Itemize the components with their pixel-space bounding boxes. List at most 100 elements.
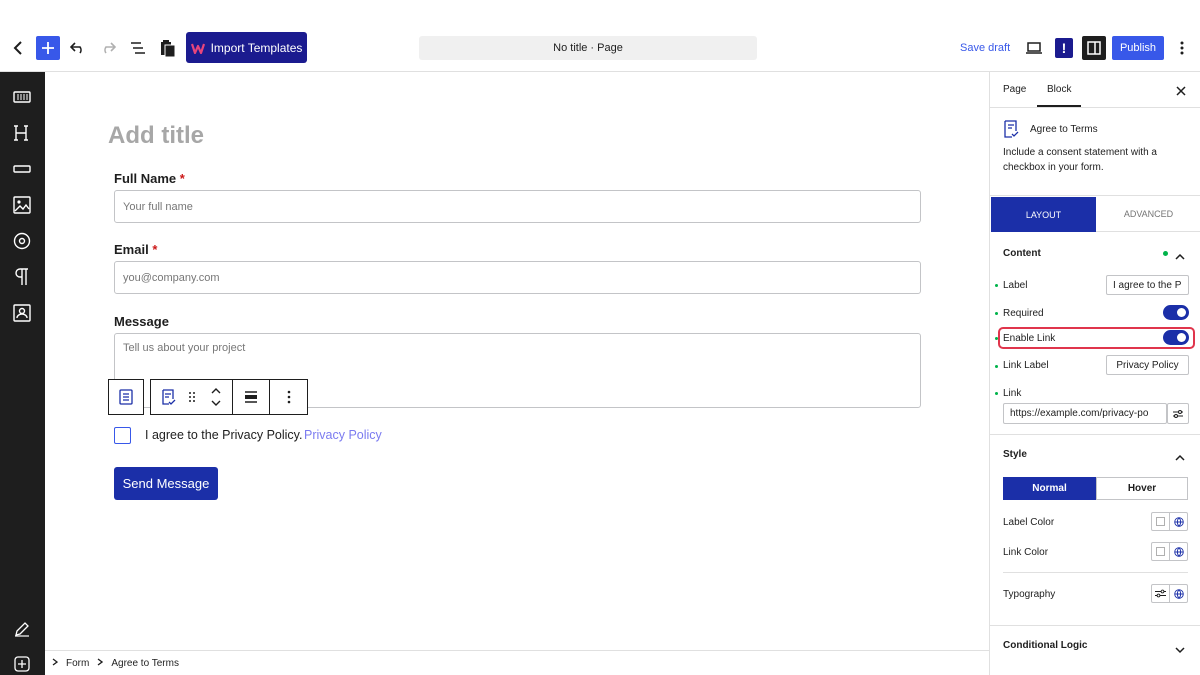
state-hover-button[interactable]: Hover xyxy=(1096,477,1188,500)
color-swatch-icon[interactable] xyxy=(1152,513,1169,530)
contact-card-icon[interactable] xyxy=(12,303,32,323)
settings-panel-toggle[interactable] xyxy=(1082,36,1106,60)
breadcrumb-form[interactable]: Form xyxy=(66,658,89,669)
send-message-button[interactable]: Send Message xyxy=(114,467,218,500)
editor-topbar: Import Templates No title · Page Save dr… xyxy=(0,0,1200,72)
full-name-label-text: Full Name xyxy=(114,171,177,186)
page-title-input[interactable]: Add title xyxy=(108,122,204,150)
block-inserter-button[interactable] xyxy=(36,36,60,60)
edit-pencil-icon[interactable] xyxy=(12,619,32,639)
publish-button[interactable]: Publish xyxy=(1112,36,1164,60)
privacy-policy-link[interactable]: Privacy Policy xyxy=(304,428,382,442)
label-setting-input[interactable]: I agree to the P xyxy=(1106,275,1189,295)
preview-device-icon[interactable] xyxy=(1024,38,1044,58)
block-name: Agree to Terms xyxy=(1030,124,1098,135)
content-section-heading[interactable]: Content xyxy=(1003,248,1041,259)
block-card: Agree to Terms Include a consent stateme… xyxy=(990,108,1200,196)
message-placeholder: Tell us about your project xyxy=(123,342,246,354)
block-settings-sidebar: Page Block Agree to Terms Include a cons… xyxy=(989,72,1200,675)
section-divider xyxy=(990,434,1200,435)
paragraph-icon[interactable] xyxy=(12,267,32,287)
enable-link-toggle[interactable] xyxy=(1163,330,1189,345)
link-color-control[interactable] xyxy=(1151,542,1188,561)
input-field-icon[interactable] xyxy=(12,159,32,179)
label-color-control[interactable] xyxy=(1151,512,1188,531)
label-color-label: Label Color xyxy=(1003,517,1055,528)
parent-block-selector[interactable] xyxy=(108,379,144,415)
label-setting-label: Label xyxy=(1003,280,1028,291)
document-overview-icon[interactable] xyxy=(128,38,148,58)
document-title-bar[interactable]: No title · Page xyxy=(419,36,757,60)
options-menu-icon[interactable] xyxy=(1174,38,1190,58)
state-normal-button[interactable]: Normal xyxy=(1003,477,1096,500)
active-tab-indicator xyxy=(1037,105,1081,107)
link-url-value: https://example.com/privacy-po xyxy=(1010,408,1149,419)
row-divider xyxy=(1003,572,1188,573)
drag-handle-icon[interactable] xyxy=(185,380,199,414)
block-category-bar xyxy=(0,72,45,675)
globe-icon[interactable] xyxy=(1169,513,1187,530)
tab-page[interactable]: Page xyxy=(1003,84,1026,95)
required-toggle[interactable] xyxy=(1163,305,1189,320)
add-block-icon[interactable] xyxy=(12,654,32,674)
globe-icon[interactable] xyxy=(1169,543,1187,560)
link-label-input[interactable]: Privacy Policy xyxy=(1106,355,1189,375)
full-name-input[interactable]: Your full name xyxy=(114,190,921,223)
tab-layout[interactable]: LAYOUT xyxy=(991,197,1096,232)
radio-icon[interactable] xyxy=(12,231,32,251)
form-parent-icon xyxy=(119,389,133,405)
email-placeholder: you@company.com xyxy=(123,271,220,284)
undo-icon[interactable] xyxy=(68,38,88,58)
agree-terms-block-icon[interactable] xyxy=(151,380,185,414)
link-label-value: Privacy Policy xyxy=(1116,359,1179,371)
enable-link-label: Enable Link xyxy=(1003,333,1056,344)
breadcrumb-agree-to-terms[interactable]: Agree to Terms xyxy=(111,658,179,669)
globe-icon[interactable] xyxy=(1169,585,1187,602)
align-icon[interactable] xyxy=(233,380,270,414)
breadcrumb: Form Agree to Terms xyxy=(45,650,989,675)
form-block-icon[interactable] xyxy=(12,87,32,107)
close-icon[interactable] xyxy=(1176,83,1186,101)
typography-label: Typography xyxy=(1003,589,1056,600)
required-asterisk: * xyxy=(152,242,158,257)
tab-block[interactable]: Block xyxy=(1047,84,1071,95)
heading-icon[interactable] xyxy=(12,123,32,143)
agree-terms-icon xyxy=(1003,120,1019,143)
email-label-text: Email xyxy=(114,242,149,257)
agree-checkbox[interactable] xyxy=(114,427,131,444)
color-swatch-icon[interactable] xyxy=(1152,543,1169,560)
email-input[interactable]: you@company.com xyxy=(114,261,921,294)
required-asterisk: * xyxy=(179,171,185,186)
link-setting-label: Link xyxy=(1003,388,1022,399)
conditional-logic-heading[interactable]: Conditional Logic xyxy=(1003,640,1087,651)
block-description: Include a consent statement with a check… xyxy=(1003,147,1157,173)
chevron-up-icon[interactable] xyxy=(1175,449,1185,467)
email-label: Email * xyxy=(114,242,157,257)
style-section-heading[interactable]: Style xyxy=(1003,449,1027,460)
agree-statement: I agree to the Privacy Policy. xyxy=(145,428,303,442)
move-up-down-icon[interactable] xyxy=(199,380,233,414)
chevron-down-icon[interactable] xyxy=(1175,641,1185,659)
save-draft-button[interactable]: Save draft xyxy=(960,42,1010,54)
chevron-right-icon xyxy=(52,657,59,669)
back-icon[interactable] xyxy=(10,38,26,58)
document-title: No title · Page xyxy=(553,42,623,54)
message-label: Message xyxy=(114,314,169,329)
chevron-right-icon xyxy=(97,657,104,669)
tab-advanced[interactable]: ADVANCED xyxy=(1096,197,1200,232)
import-templates-button[interactable]: Import Templates xyxy=(186,32,307,63)
plugin-notice-button[interactable]: ! xyxy=(1055,38,1073,58)
chevron-up-icon[interactable] xyxy=(1175,248,1185,266)
image-icon[interactable] xyxy=(12,195,32,215)
clipboard-icon[interactable] xyxy=(158,37,178,59)
modified-indicator xyxy=(1163,251,1168,256)
link-url-input[interactable]: https://example.com/privacy-po xyxy=(1003,403,1167,424)
templates-logo-icon xyxy=(190,42,205,54)
import-templates-label: Import Templates xyxy=(210,40,303,55)
typography-control[interactable] xyxy=(1151,584,1188,603)
link-settings-icon[interactable] xyxy=(1167,403,1189,424)
redo-icon[interactable] xyxy=(98,38,118,58)
more-options-icon[interactable] xyxy=(270,380,307,414)
section-divider xyxy=(990,625,1200,626)
sliders-icon[interactable] xyxy=(1152,585,1169,602)
